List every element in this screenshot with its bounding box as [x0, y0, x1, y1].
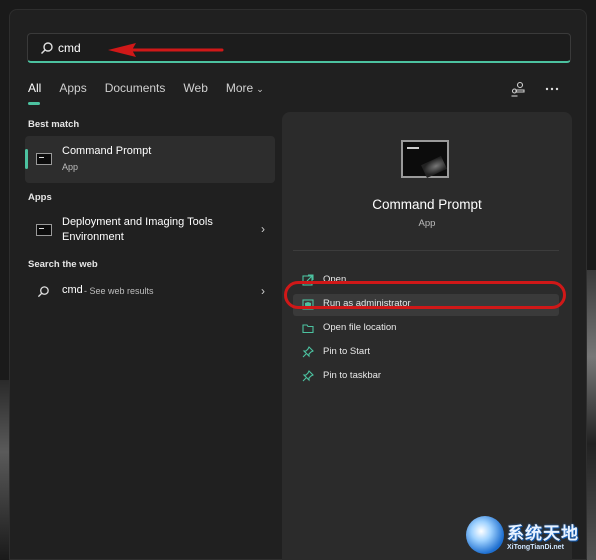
chevron-down-icon: ⌄: [256, 84, 264, 94]
section-best-match: Best match: [28, 119, 80, 130]
people-share-icon[interactable]: [510, 81, 526, 97]
tab-more-label: More: [225, 81, 254, 95]
tab-documents[interactable]: Documents: [105, 81, 166, 105]
action-pin-to-taskbar[interactable]: Pin to taskbar: [293, 366, 559, 388]
annotation-arrow-icon: [108, 43, 224, 57]
action-open[interactable]: Open: [293, 270, 559, 292]
tab-web[interactable]: Web: [183, 81, 207, 105]
action-run-as-admin[interactable]: Run as administrator: [293, 294, 559, 316]
cmd-large-icon: [401, 140, 449, 178]
list-item-deployment-tools[interactable]: Deployment and Imaging Tools Environment…: [25, 211, 275, 247]
watermark-cn: 系统天地: [507, 524, 579, 543]
pin-icon: [302, 370, 314, 382]
tab-all[interactable]: All: [28, 81, 41, 105]
chevron-right-icon[interactable]: ›: [261, 222, 265, 236]
folder-icon: [302, 324, 314, 334]
action-open-label: Open: [323, 274, 347, 285]
divider: [293, 250, 559, 251]
best-match-subtitle: App: [62, 162, 79, 172]
cmd-icon: [36, 153, 52, 165]
detail-subtitle: App: [418, 218, 436, 229]
list-item-web-search[interactable]: cmd - See web results ›: [25, 276, 275, 312]
action-pin-to-start[interactable]: Pin to Start: [293, 342, 559, 364]
tab-more[interactable]: More ⌄: [226, 81, 264, 105]
watermark-logo-icon: [466, 516, 504, 554]
shield-admin-icon: [302, 299, 314, 310]
app-title-line2: Environment: [62, 231, 124, 243]
pin-icon: [302, 346, 314, 358]
web-query: cmd: [62, 284, 83, 296]
section-apps: Apps: [28, 192, 52, 203]
best-match-item[interactable]: Command Prompt App: [25, 136, 275, 183]
more-ellipsis-icon[interactable]: [544, 81, 560, 97]
action-pin-to-taskbar-label: Pin to taskbar: [323, 370, 382, 381]
tab-apps[interactable]: Apps: [59, 81, 86, 105]
chevron-right-icon[interactable]: ›: [261, 284, 265, 298]
selection-accent: [25, 149, 28, 169]
watermark-en: XiTongTianDi.net: [507, 544, 564, 551]
action-open-file-location[interactable]: Open file location: [293, 318, 559, 340]
start-search-panel: cmd All Apps Documents Web More ⌄ Best ma…: [9, 9, 587, 560]
search-icon: [37, 286, 49, 298]
best-match-title: Command Prompt: [62, 145, 152, 157]
search-query-text: cmd: [58, 41, 81, 55]
header-actions: [510, 81, 560, 97]
action-pin-to-start-label: Pin to Start: [323, 346, 370, 357]
web-suffix: - See web results: [84, 286, 154, 296]
app-title-line1: Deployment and Imaging Tools: [62, 216, 213, 228]
filter-tabs: All Apps Documents Web More ⌄: [28, 81, 282, 105]
detail-title: Command Prompt: [372, 197, 482, 212]
detail-pane: Command Prompt App Open Run as administr…: [282, 112, 572, 560]
section-search-web: Search the web: [28, 259, 98, 270]
search-icon: [41, 42, 53, 54]
search-input[interactable]: cmd: [27, 33, 571, 63]
watermark: 系统天地 XiTongTianDi.net: [466, 514, 590, 556]
open-external-icon: [302, 274, 314, 286]
action-open-file-location-label: Open file location: [323, 322, 397, 333]
action-run-as-admin-label: Run as administrator: [323, 298, 411, 309]
watermark-text: 系统天地 XiTongTianDi.net: [507, 519, 579, 551]
cmd-icon: [36, 224, 52, 236]
